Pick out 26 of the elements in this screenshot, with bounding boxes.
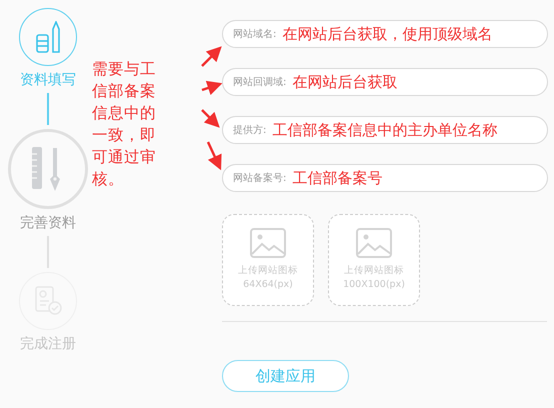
step-label: 完善资料 — [20, 214, 76, 232]
annotation-arrow — [201, 109, 220, 128]
field-value: 在网站后台获取 — [292, 72, 398, 92]
step-circle[interactable] — [8, 129, 88, 209]
field-value: 工信部备案号 — [292, 168, 382, 188]
text-field[interactable]: 网站域名: 在网站后台获取，使用顶级域名 — [222, 20, 548, 48]
field-label: 网站域名: — [233, 28, 276, 41]
create-app-button[interactable]: 创建应用 — [222, 360, 349, 392]
field-label: 网站回调域: — [233, 76, 286, 89]
annotation-arrow — [206, 141, 222, 170]
image-icon — [250, 228, 286, 258]
image-icon — [356, 228, 392, 258]
annotation-arrow — [202, 80, 222, 96]
annotation-text: 需要与工信部备案信息中的一致，即可通过审核。 — [92, 59, 157, 190]
field-value: 在网站后台获取，使用顶级域名 — [282, 24, 492, 44]
field-label: 提供方: — [233, 124, 266, 137]
field-label: 网站备案号: — [233, 172, 286, 185]
annotation-arrow — [201, 46, 222, 67]
step-connector — [47, 93, 49, 125]
text-field[interactable]: 提供方: 工信部备案信息中的主办单位名称 — [222, 116, 548, 144]
text-field[interactable]: 网站备案号: 工信部备案号 — [222, 164, 548, 192]
step-label: 资料填写 — [20, 71, 76, 89]
step-circle[interactable] — [19, 8, 77, 66]
field-value: 工信部备案信息中的主办单位名称 — [272, 120, 498, 140]
bottle-pen-icon — [35, 21, 61, 53]
text-field[interactable]: 网站回调域: 在网站后台获取 — [222, 68, 548, 96]
